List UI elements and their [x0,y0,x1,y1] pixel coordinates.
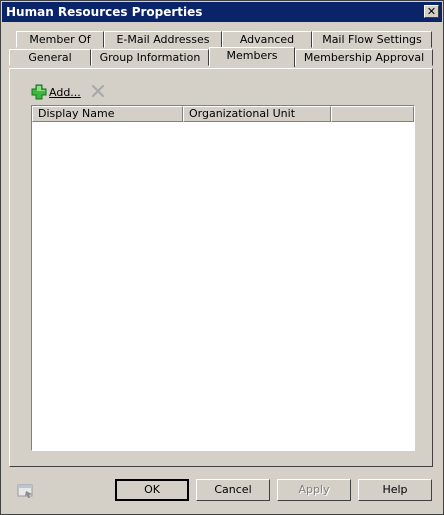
column-header-organizational-unit[interactable]: Organizational Unit [183,106,331,122]
tab-email-addresses[interactable]: E-Mail Addresses [104,31,222,48]
column-header-display-name[interactable]: Display Name [32,106,183,122]
help-context-icon [17,484,33,498]
add-button[interactable]: Add... [31,83,81,101]
properties-dialog: Human Resources Properties ✕ Member Of E… [0,0,444,515]
ok-button[interactable]: OK [115,479,189,501]
tab-member-of[interactable]: Member Of [16,31,104,48]
help-button[interactable]: Help [358,479,432,501]
remove-x-icon[interactable] [91,84,105,98]
tab-membership-approval[interactable]: Membership Approval [295,49,433,66]
window-title: Human Resources Properties [6,5,203,19]
members-list[interactable]: Display Name Organizational Unit [31,105,415,451]
tab-group-information[interactable]: Group Information [91,49,209,66]
tab-mail-flow-settings[interactable]: Mail Flow Settings [312,31,432,48]
tab-members[interactable]: Members [209,47,295,67]
tab-general[interactable]: General [9,49,91,66]
close-icon: ✕ [426,5,437,18]
column-header-empty[interactable] [331,106,414,122]
apply-button[interactable]: Apply [277,479,351,501]
title-bar[interactable]: Human Resources Properties ✕ [2,2,442,22]
close-button[interactable]: ✕ [424,5,439,18]
add-button-label: Add... [49,85,81,99]
tab-advanced[interactable]: Advanced [222,31,312,48]
green-plus-icon [31,84,47,100]
cancel-button[interactable]: Cancel [196,479,270,501]
